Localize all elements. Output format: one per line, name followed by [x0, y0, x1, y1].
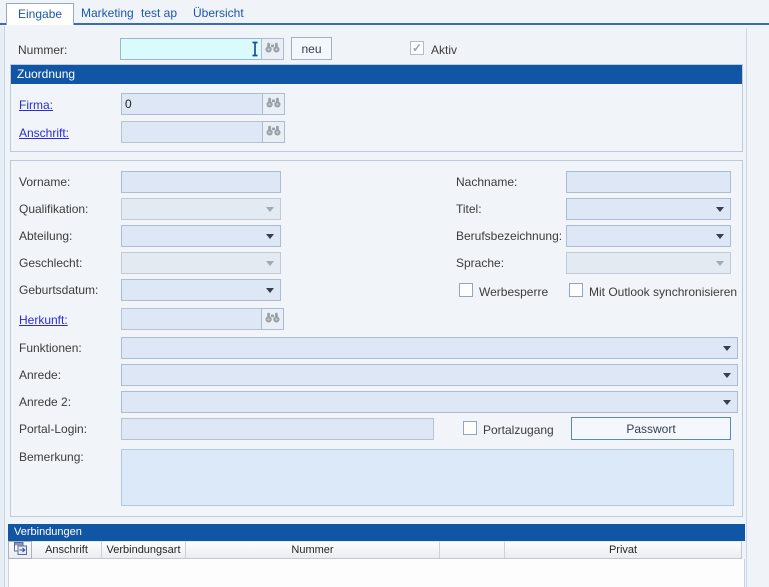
column-header-verbindungsart[interactable]: Verbindungsart [102, 541, 186, 559]
nummer-label: Nummer: [18, 40, 67, 61]
dropdown-arrow-icon [266, 261, 274, 266]
anrede-label: Anrede: [19, 365, 61, 386]
portal-login-input[interactable] [121, 418, 434, 440]
text-cursor-icon [251, 41, 259, 60]
grid-customize-button[interactable] [8, 541, 32, 559]
sprache-select [566, 252, 731, 274]
herkunft-lookup-button[interactable] [261, 308, 284, 330]
firma-link[interactable]: Firma: [19, 95, 53, 116]
outlook-sync-checkbox[interactable] [569, 283, 583, 297]
herkunft-link[interactable]: Herkunft: [19, 310, 68, 331]
portalzugang-checkbox[interactable] [463, 421, 477, 435]
zuordnung-panel: Zuordnung Firma: Anschrift: [10, 64, 743, 152]
anrede-select[interactable] [121, 364, 738, 386]
portalzugang-label: Portalzugang [483, 420, 554, 441]
qualifikation-label: Qualifikation: [19, 199, 88, 220]
dropdown-arrow-icon [266, 288, 274, 293]
tabstrip-underline [0, 23, 769, 25]
nummer-lookup-button[interactable] [261, 38, 284, 60]
geburtsdatum-label: Geburtsdatum: [19, 280, 98, 301]
anschrift-input[interactable] [121, 121, 263, 143]
contact-entry-window: Eingabe Marketing test ap Übersicht Numm… [0, 0, 769, 587]
dropdown-arrow-icon [716, 261, 724, 266]
aktiv-label: Aktiv [431, 40, 457, 61]
bemerkung-textarea[interactable] [121, 449, 734, 506]
werbesperre-label: Werbesperre [479, 282, 548, 303]
verbindungen-section-bar: Verbindungen [8, 524, 745, 541]
sprache-label: Sprache: [456, 253, 504, 274]
berufsbezeichnung-label: Berufsbezeichnung: [456, 226, 562, 247]
dropdown-arrow-icon [723, 400, 731, 405]
column-header-nummer[interactable]: Nummer [186, 541, 440, 559]
vorname-input[interactable] [121, 171, 281, 193]
binoculars-icon [266, 125, 281, 139]
firma-lookup-button[interactable] [262, 93, 285, 115]
geschlecht-label: Geschlecht: [19, 253, 82, 274]
berufsbezeichnung-select[interactable] [566, 225, 731, 247]
geschlecht-select [121, 252, 281, 274]
funktionen-select[interactable] [121, 337, 738, 359]
werbesperre-checkbox[interactable] [459, 283, 473, 297]
aktiv-checkbox[interactable] [410, 41, 424, 55]
column-header-privat[interactable]: Privat [505, 541, 742, 559]
left-panel-edge [0, 26, 5, 587]
column-header-anschrift[interactable]: Anschrift [32, 541, 102, 559]
tab-uebersicht[interactable]: Übersicht [182, 3, 255, 23]
neu-button[interactable]: neu [291, 37, 332, 60]
right-panel-edge [746, 28, 747, 587]
tab-eingabe[interactable]: Eingabe [6, 3, 74, 25]
funktionen-label: Funktionen: [19, 338, 82, 359]
binoculars-icon [265, 312, 280, 326]
tab-test-ap[interactable]: test ap [130, 3, 188, 23]
titel-label: Titel: [456, 199, 482, 220]
geburtsdatum-select[interactable] [121, 279, 281, 301]
grid-customize-icon [14, 542, 27, 558]
herkunft-input[interactable] [121, 308, 262, 330]
column-header-empty[interactable] [440, 541, 505, 559]
dropdown-arrow-icon [723, 373, 731, 378]
binoculars-icon [265, 42, 280, 56]
verbindungen-grid-body[interactable] [8, 559, 745, 587]
anschrift-lookup-button[interactable] [262, 121, 285, 143]
portal-login-label: Portal-Login: [19, 419, 87, 440]
vorname-label: Vorname: [19, 172, 70, 193]
abteilung-select[interactable] [121, 225, 281, 247]
dropdown-arrow-icon [716, 234, 724, 239]
nummer-input[interactable] [120, 38, 262, 60]
nachname-label: Nachname: [456, 172, 517, 193]
anrede2-select[interactable] [121, 391, 738, 413]
zuordnung-section-bar: Zuordnung [11, 65, 742, 84]
verbindungen-panel: Verbindungen Anschrift Verbindungsart Nu… [8, 524, 745, 587]
person-details-panel: Vorname: Nachname: Qualifikation: Titel:… [10, 160, 743, 517]
binoculars-icon [266, 97, 281, 111]
dropdown-arrow-icon [723, 346, 731, 351]
nachname-input[interactable] [566, 171, 731, 193]
dropdown-arrow-icon [716, 207, 724, 212]
titel-select[interactable] [566, 198, 731, 220]
dropdown-arrow-icon [266, 234, 274, 239]
passwort-button[interactable]: Passwort [571, 417, 731, 440]
anrede2-label: Anrede 2: [19, 392, 71, 413]
abteilung-label: Abteilung: [19, 226, 72, 247]
firma-input[interactable] [121, 93, 263, 115]
outlook-sync-label: Mit Outlook synchronisieren [589, 282, 737, 303]
dropdown-arrow-icon [266, 207, 274, 212]
anschrift-link[interactable]: Anschrift: [19, 123, 69, 144]
qualifikation-select [121, 198, 281, 220]
bemerkung-label: Bemerkung: [19, 447, 84, 468]
